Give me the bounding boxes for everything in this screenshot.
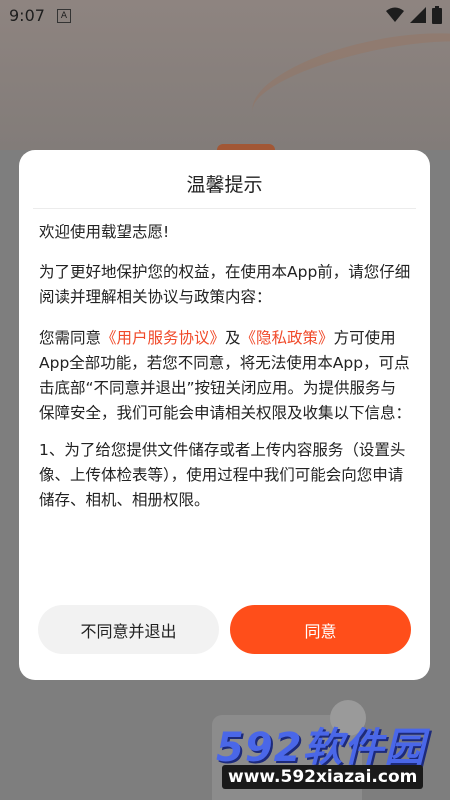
welcome-text: 欢迎使用载望志愿!	[39, 223, 170, 241]
watermark-url: www.592xiazai.com	[222, 765, 424, 789]
status-time: 9:07	[9, 6, 45, 25]
consent-prefix: 您需同意	[39, 329, 102, 347]
user-agreement-link[interactable]: 《用户服务协议》	[101, 329, 225, 347]
privacy-policy-link[interactable]: 《隐私政策》	[241, 329, 334, 347]
site-watermark: 592软件园 www.592xiazai.com	[212, 713, 450, 800]
decline-and-exit-button[interactable]: 不同意并退出	[38, 605, 219, 654]
consent-and: 及	[225, 329, 241, 347]
status-bar: 9:07 A	[0, 0, 450, 32]
dialog-divider	[33, 208, 416, 209]
dialog-title: 温馨提示	[186, 174, 263, 196]
consent-paragraph: 您需同意《用户服务协议》及《隐私政策》方可使用App全部功能，若您不同意，将无法…	[39, 326, 411, 426]
agree-button[interactable]: 同意	[230, 605, 411, 654]
wifi-icon	[386, 7, 404, 27]
dialog-body: 欢迎使用载望志愿! 为了更好地保护您的权益，在使用本App前，请您仔细阅读并理解…	[39, 220, 411, 513]
privacy-dialog: 温馨提示 欢迎使用载望志愿! 为了更好地保护您的权益，在使用本App前，请您仔细…	[19, 150, 430, 680]
permission-item-1: 1、为了给您提供文件储存或者上传内容服务（设置头像、上传体检表等），使用过程中我…	[39, 441, 406, 509]
notification-a-icon: A	[57, 9, 71, 23]
signal-icon	[410, 7, 426, 27]
battery-icon	[432, 6, 442, 28]
status-icons	[386, 6, 442, 28]
purpose-text: 为了更好地保护您的权益，在使用本App前，请您仔细阅读并理解相关协议与政策内容：	[39, 263, 411, 306]
